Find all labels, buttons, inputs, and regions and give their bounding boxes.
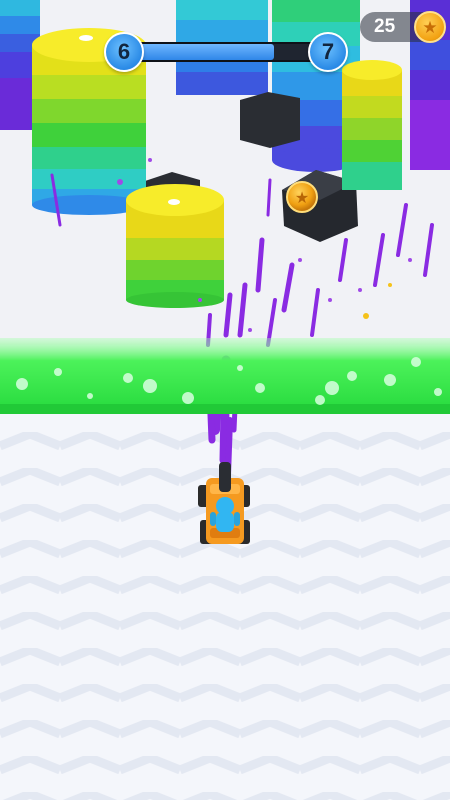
star-coin-icon: ★ (414, 11, 446, 43)
pickup-coin: ★ (286, 181, 318, 213)
coin-counter: 25 ★ (360, 11, 446, 43)
level-progress-track (124, 42, 328, 62)
game-scene: ★ (0, 0, 450, 800)
driver-body (216, 512, 234, 532)
level-progress-bar: 6 7 (104, 32, 348, 72)
next-level-badge: 7 (308, 32, 348, 72)
star-coin-icon: ★ (295, 188, 309, 207)
color-gate-green (0, 338, 450, 414)
current-level-badge: 6 (104, 32, 144, 72)
coin-count: 25 (374, 16, 396, 37)
level-progress-fill (126, 44, 274, 60)
dark-block-back (240, 92, 300, 148)
paint-cannon (219, 462, 231, 492)
tower-yellow-front (126, 184, 224, 308)
tower-right-small (342, 60, 402, 190)
